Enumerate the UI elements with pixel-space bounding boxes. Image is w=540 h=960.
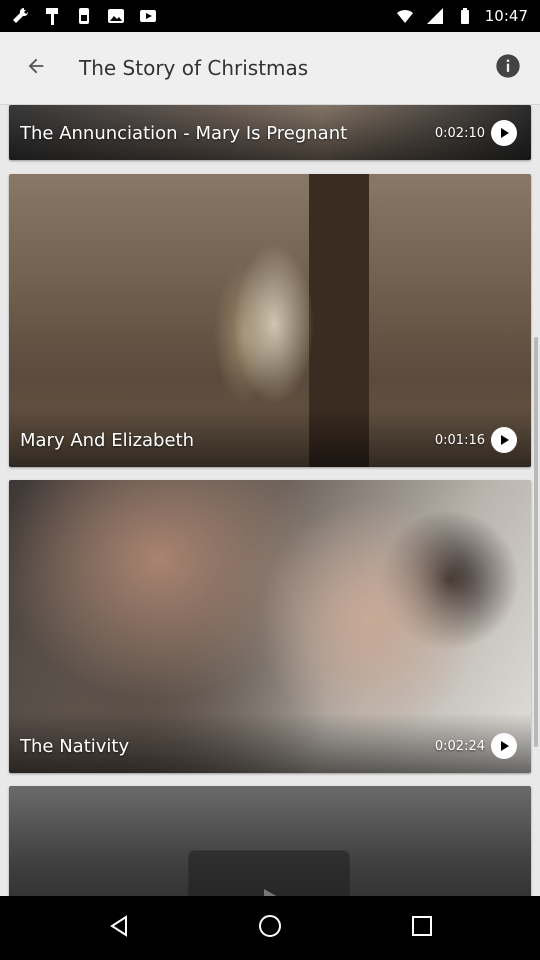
page-title: The Story of Christmas (79, 56, 309, 80)
video-title: The Nativity (20, 736, 130, 757)
play-icon (498, 124, 510, 143)
video-duration: 0:01:16 (434, 433, 485, 448)
signal-icon (425, 6, 445, 26)
hammer-icon (42, 6, 62, 26)
play-button[interactable] (491, 733, 517, 759)
play-store-icon (138, 6, 158, 26)
back-icon (106, 913, 132, 943)
video-list[interactable]: The Annunciation - Mary Is Pregnant 0:02… (0, 105, 540, 896)
video-preview-frame (189, 851, 349, 896)
recents-icon (409, 913, 435, 943)
info-button[interactable] (492, 52, 524, 84)
sim-icon (74, 6, 94, 26)
image-icon (106, 6, 126, 26)
video-card[interactable]: Mary And Elizabeth 0:01:16 (9, 174, 531, 467)
wrench-icon (10, 6, 30, 26)
info-icon (494, 52, 522, 84)
wifi-icon (395, 6, 415, 26)
video-duration: 0:02:10 (434, 126, 485, 141)
navigation-bar (0, 896, 540, 960)
arrow-left-icon (25, 55, 47, 81)
home-icon (257, 913, 283, 943)
play-icon (498, 737, 510, 756)
status-bar: 10:47 (0, 0, 540, 32)
play-button[interactable] (491, 120, 517, 146)
nav-home-button[interactable] (256, 914, 284, 942)
play-icon (498, 431, 510, 450)
status-left (10, 6, 158, 26)
status-right: 10:47 (395, 6, 528, 26)
video-duration: 0:02:24 (434, 739, 485, 754)
play-icon (255, 883, 283, 896)
video-card[interactable]: The Nativity 0:02:24 (9, 480, 531, 773)
nav-recents-button[interactable] (408, 914, 436, 942)
nav-back-button[interactable] (105, 914, 133, 942)
app-bar: The Story of Christmas (0, 32, 540, 105)
back-button[interactable] (18, 50, 54, 86)
play-button[interactable] (491, 427, 517, 453)
battery-icon (455, 6, 475, 26)
video-title: Mary And Elizabeth (20, 430, 195, 451)
video-title: The Annunciation - Mary Is Pregnant (20, 123, 348, 144)
status-time: 10:47 (484, 7, 528, 25)
scrollbar[interactable] (534, 337, 538, 747)
video-card[interactable] (9, 786, 531, 896)
video-card[interactable]: The Annunciation - Mary Is Pregnant 0:02… (9, 105, 531, 160)
